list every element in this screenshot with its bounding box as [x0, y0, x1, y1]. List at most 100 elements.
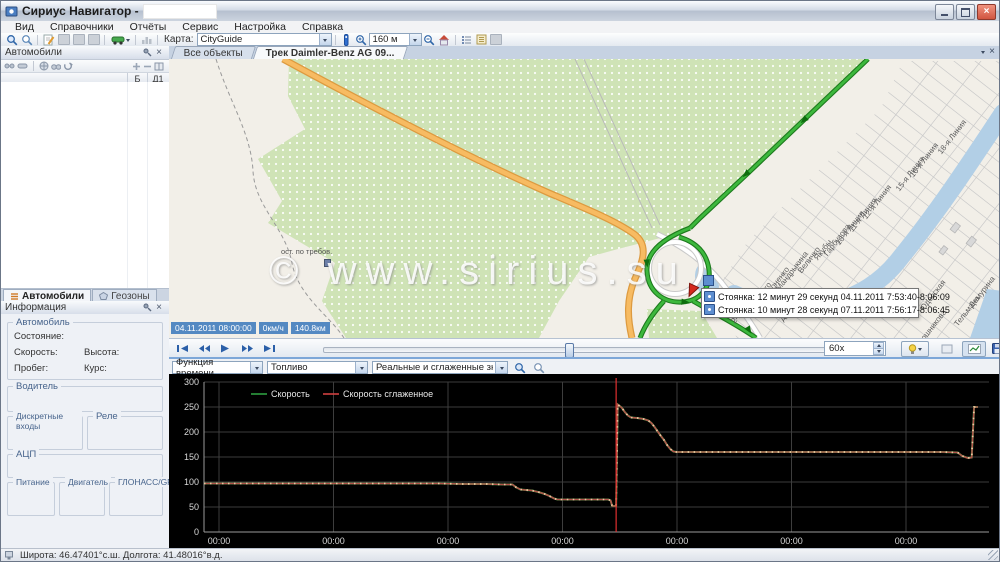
vehicle-menu-icon[interactable] [108, 34, 132, 46]
speed-label: Скорость: [14, 347, 58, 358]
legend-list-icon[interactable] [459, 34, 474, 46]
map-viewport[interactable]: 18-я Линия16-я Линия15-я Линия12-я Линия… [169, 59, 1000, 338]
main-toolbar: Карта: CityGuide 160 м [1, 33, 999, 47]
map-tab-0[interactable]: Все объекты [171, 46, 256, 59]
chart-values-select[interactable]: Реальные и сглаженные значени [372, 361, 508, 374]
geozones-tab-icon [99, 292, 108, 300]
info-panel-header: Информация × [1, 301, 169, 315]
chart-values-value: Реальные и сглаженные значени [376, 362, 493, 373]
menu-item-1[interactable]: Справочники [42, 21, 122, 33]
group-icon[interactable] [4, 62, 15, 71]
map-select[interactable]: CityGuide [197, 33, 332, 46]
highlight-stops-button[interactable] [901, 341, 929, 357]
home-view-icon[interactable] [437, 34, 452, 46]
playback-slider[interactable] [323, 347, 861, 353]
refresh-icon[interactable] [63, 61, 73, 71]
maximize-button[interactable] [956, 4, 975, 20]
follow-icon[interactable] [17, 62, 28, 71]
zoom-in-icon[interactable] [354, 34, 369, 46]
globe-icon[interactable] [39, 61, 49, 71]
track-search-icon[interactable] [4, 34, 19, 46]
close-panel-icon[interactable]: × [153, 47, 165, 58]
minimize-button[interactable] [935, 4, 954, 20]
show-chart-button[interactable] [962, 341, 986, 357]
map-scale-select[interactable]: 160 м [369, 33, 422, 46]
close-button[interactable]: × [977, 4, 996, 20]
chart-parameter-arrow-icon[interactable] [355, 362, 367, 373]
columns-icon[interactable] [154, 62, 166, 71]
binoculars-icon[interactable] [51, 62, 61, 71]
svg-text:50: 50 [189, 502, 199, 512]
adc-group-label: АЦП [13, 449, 39, 460]
tab-list-dropdown-icon[interactable] [981, 51, 985, 56]
svg-text:00:00: 00:00 [895, 536, 918, 546]
svg-text:150: 150 [184, 452, 199, 462]
vehicles-panel-title: Автомобили [5, 47, 62, 58]
map-scale-arrow-icon[interactable] [409, 34, 421, 45]
vehicles-list[interactable] [1, 82, 169, 288]
skip-start-button[interactable] [174, 342, 190, 355]
svg-text:00:00: 00:00 [551, 536, 574, 546]
discrete-inputs-group: Дискретные входы [7, 416, 83, 450]
journal-icon[interactable] [474, 34, 489, 46]
course-label: Курс: [84, 363, 107, 374]
power-group-label: Питание [13, 477, 53, 487]
close-panel-icon[interactable]: × [153, 302, 165, 313]
map-tab-1[interactable]: Трек Daimler-Benz AG 09... [253, 46, 408, 59]
playback-speed-spinner[interactable]: 60x [824, 341, 886, 356]
svg-text:00:00: 00:00 [666, 536, 689, 546]
resize-grip[interactable] [988, 550, 998, 560]
zoom-window-icon[interactable] [19, 34, 34, 46]
vehicle-group-label: Автомобиль [13, 317, 73, 328]
chart-zoom-in-icon[interactable] [512, 362, 527, 374]
zoom-out-icon[interactable] [422, 34, 437, 46]
left-dock: Автомобили × Б Д1 [1, 46, 170, 549]
svg-text:00:00: 00:00 [322, 536, 345, 546]
tab-geozones-label: Геозоны [111, 291, 150, 302]
add-icon[interactable] [132, 62, 141, 71]
tab-close-icon[interactable]: × [989, 47, 995, 57]
chart-parameter-select[interactable]: Топливо [267, 361, 368, 374]
svg-text:00:00: 00:00 [780, 536, 803, 546]
fast-forward-button[interactable] [239, 342, 255, 355]
play-button[interactable] [217, 342, 233, 355]
pin-icon[interactable] [141, 302, 153, 313]
menu-item-4[interactable]: Настройка [226, 21, 294, 33]
map-canvas [169, 59, 1000, 338]
menu-item-2[interactable]: Отчёты [122, 21, 175, 33]
svg-text:300: 300 [184, 377, 199, 387]
settings-icon[interactable] [489, 34, 504, 46]
chart-mode-arrow-icon[interactable] [250, 362, 262, 373]
chart-toggle-icon[interactable] [139, 34, 154, 46]
vehicles-toolbar [1, 60, 169, 73]
playback-slider-thumb[interactable] [565, 343, 574, 358]
skip-end-button[interactable] [261, 342, 277, 355]
chart-mode-select[interactable]: Функция времени [172, 361, 263, 374]
pin-icon[interactable] [141, 47, 153, 58]
menu-item-0[interactable]: Вид [7, 21, 42, 33]
mileage-label: Пробег: [14, 363, 48, 374]
eraser-icon[interactable] [86, 34, 101, 46]
remove-icon[interactable] [143, 62, 152, 71]
map-mode-button[interactable] [939, 342, 955, 355]
chart-zoom-out-icon[interactable] [531, 362, 546, 374]
route-icon[interactable] [56, 34, 71, 46]
chart-values-arrow-icon[interactable] [495, 362, 507, 373]
svg-text:00:00: 00:00 [437, 536, 460, 546]
svg-text:250: 250 [184, 402, 199, 412]
map-select-label: Карта: [164, 34, 194, 45]
state-label: Состояние: [14, 331, 64, 342]
marker-tool-icon[interactable] [339, 34, 354, 46]
map-select-arrow-icon[interactable] [319, 34, 331, 45]
rewind-button[interactable] [196, 342, 212, 355]
edit-track-icon[interactable] [41, 34, 56, 46]
legend-speed: Скорость [271, 389, 310, 399]
measure-icon[interactable] [71, 34, 86, 46]
chart-canvas: 05010015020025030000:0000:0000:0000:0000… [169, 374, 1000, 548]
engine-group: Двигатель [59, 482, 105, 516]
menu-item-5[interactable]: Справка [294, 21, 351, 33]
save-button[interactable] [989, 342, 1000, 355]
speed-chart[interactable]: 05010015020025030000:0000:0000:0000:0000… [169, 374, 999, 548]
speed-down-icon[interactable] [873, 348, 884, 355]
menu-item-3[interactable]: Сервис [174, 21, 226, 33]
